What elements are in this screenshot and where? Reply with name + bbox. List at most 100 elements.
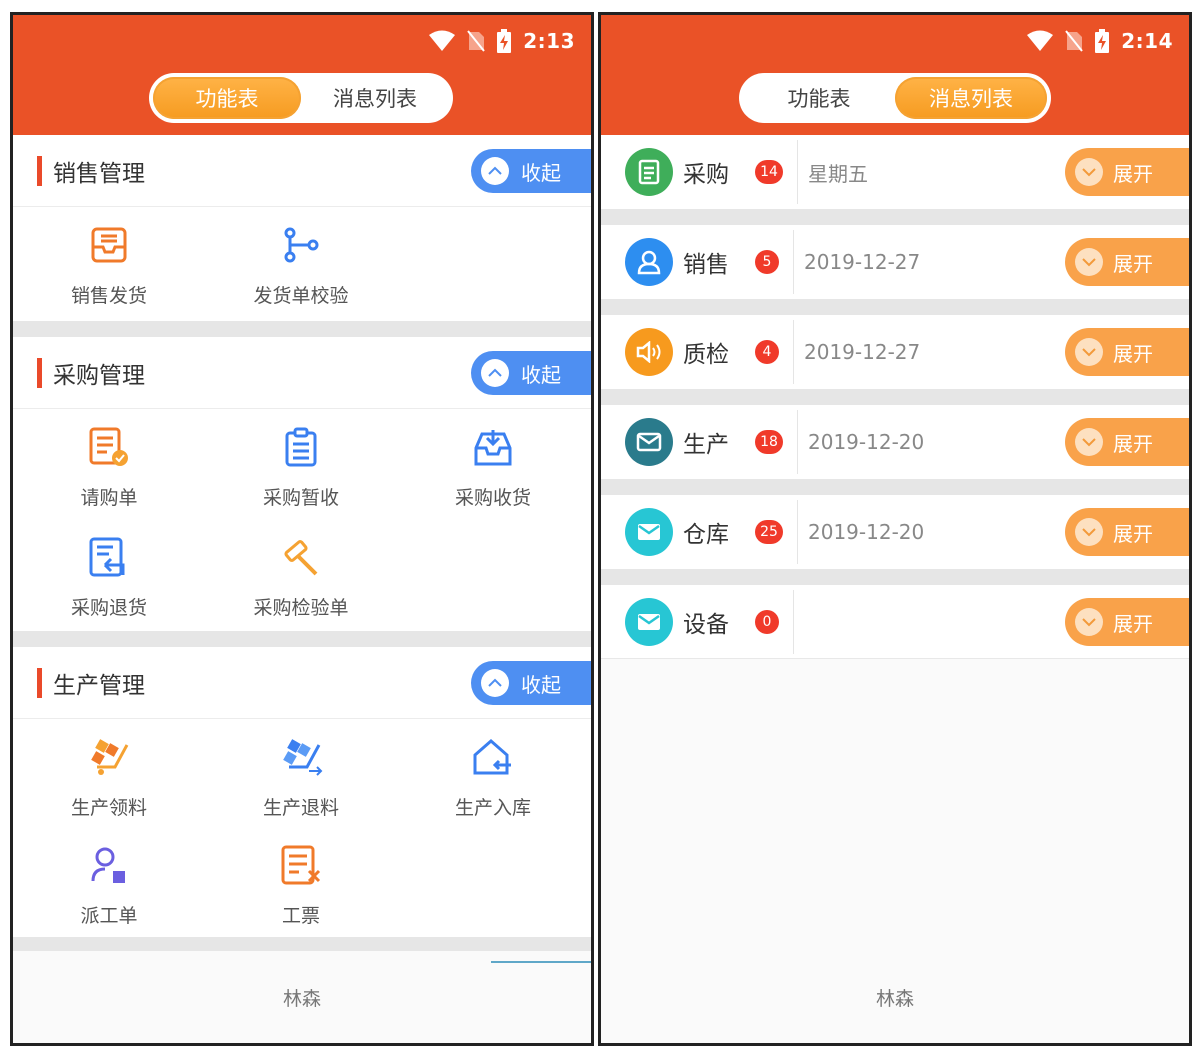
function-grid: 生产领料 生产退料 生产入库 派工单 工票 bbox=[13, 719, 591, 937]
expand-label: 展开 bbox=[1113, 161, 1153, 186]
message-title: 生产 bbox=[683, 432, 729, 458]
message-date: 2019-12-27 bbox=[804, 340, 921, 364]
expand-label: 展开 bbox=[1113, 251, 1153, 276]
tile-purchase-receive[interactable]: 采购收货 bbox=[397, 409, 589, 517]
function-table-screen: 2:13 功能表 消息列表 销售管理 收起 销售发货 发货单校验 采购管理 收起… bbox=[10, 12, 594, 1046]
tile-purchase-temp-receive[interactable]: 采购暂收 bbox=[205, 409, 397, 517]
message-date: 2019-12-27 bbox=[804, 250, 921, 274]
battery-charging-icon bbox=[497, 29, 512, 53]
expand-button[interactable]: 展开 bbox=[1065, 418, 1189, 466]
expand-button[interactable]: 展开 bbox=[1065, 238, 1189, 286]
section-marker bbox=[37, 155, 42, 186]
mail-icon bbox=[625, 508, 673, 556]
footer-accent-line bbox=[491, 961, 591, 963]
tab-function-table[interactable]: 功能表 bbox=[153, 77, 301, 119]
tile-work-ticket[interactable]: 工票 bbox=[205, 827, 397, 935]
tile-label: 生产退料 bbox=[262, 797, 339, 819]
app-bar: 2:13 功能表 消息列表 bbox=[13, 15, 591, 135]
tile-label: 请购单 bbox=[80, 487, 138, 509]
footer: 林森 bbox=[13, 951, 591, 1043]
user-name: 林森 bbox=[282, 987, 321, 1010]
expand-label: 展开 bbox=[1113, 521, 1153, 546]
message-row-warehouse[interactable]: 仓库 25 2019-12-20 展开 bbox=[601, 495, 1189, 569]
section-marker bbox=[37, 667, 42, 698]
message-date: 2019-12-20 bbox=[808, 430, 925, 454]
chevron-down-icon bbox=[1075, 608, 1103, 636]
tile-purchase-inspection[interactable]: 采购检验单 bbox=[205, 519, 397, 627]
chevron-up-icon bbox=[481, 669, 509, 697]
tile-production-return[interactable]: 生产退料 bbox=[205, 719, 397, 827]
tile-production-pick[interactable]: 生产领料 bbox=[13, 719, 205, 827]
section-title: 生产管理 bbox=[53, 672, 145, 699]
function-grid: 请购单 采购暂收 采购收货 采购退货 采购检验单 bbox=[13, 409, 591, 631]
chevron-up-icon bbox=[481, 359, 509, 387]
section-divider bbox=[13, 631, 591, 647]
message-date: 2019-12-20 bbox=[808, 520, 925, 544]
receive-box-icon bbox=[469, 423, 517, 471]
row-divider bbox=[793, 589, 794, 654]
tab-function-table[interactable]: 功能表 bbox=[743, 77, 895, 119]
tab-message-list[interactable]: 消息列表 bbox=[895, 77, 1047, 119]
chevron-down-icon bbox=[1075, 518, 1103, 546]
message-row-production[interactable]: 生产 18 2019-12-20 展开 bbox=[601, 405, 1189, 479]
section-production: 生产管理 收起 生产领料 生产退料 生产入库 派工单 工票 bbox=[13, 647, 591, 937]
worker-icon bbox=[85, 841, 133, 889]
wifi-icon bbox=[429, 30, 456, 51]
expand-button[interactable]: 展开 bbox=[1065, 508, 1189, 556]
person-icon bbox=[625, 238, 673, 286]
collapse-label: 收起 bbox=[521, 362, 561, 387]
tab-message-list[interactable]: 消息列表 bbox=[301, 77, 449, 119]
tile-purchase-request[interactable]: 请购单 bbox=[13, 409, 205, 517]
clipboard-icon bbox=[277, 423, 325, 471]
cart-return-icon bbox=[277, 733, 325, 781]
collapse-label: 收起 bbox=[521, 160, 561, 185]
section-header: 生产管理 收起 bbox=[13, 647, 591, 719]
section-title: 销售管理 bbox=[53, 160, 145, 187]
message-title: 采购 bbox=[683, 162, 729, 188]
tile-production-warehousing[interactable]: 生产入库 bbox=[397, 719, 589, 827]
tile-label: 派工单 bbox=[80, 905, 138, 927]
unread-badge: 4 bbox=[755, 340, 779, 364]
message-title: 质检 bbox=[683, 342, 729, 368]
mail-icon bbox=[625, 597, 673, 646]
collapse-button[interactable]: 收起 bbox=[471, 149, 591, 193]
row-gap bbox=[601, 389, 1189, 405]
tile-label: 采购检验单 bbox=[253, 597, 349, 619]
unread-badge: 18 bbox=[755, 430, 783, 454]
unread-badge: 5 bbox=[755, 250, 779, 274]
no-sim-icon bbox=[1065, 30, 1084, 52]
collapse-label: 收起 bbox=[521, 672, 561, 697]
tile-label: 工票 bbox=[281, 905, 320, 927]
clock: 2:14 bbox=[1121, 29, 1173, 53]
expand-button[interactable]: 展开 bbox=[1065, 148, 1189, 196]
tab-switcher: 功能表 消息列表 bbox=[739, 73, 1051, 123]
expand-label: 展开 bbox=[1113, 611, 1153, 636]
tile-dispatch-order[interactable]: 派工单 bbox=[13, 827, 205, 935]
tile-purchase-return[interactable]: 采购退货 bbox=[13, 519, 205, 627]
tile-label: 采购暂收 bbox=[262, 487, 339, 509]
tile-sales-delivery[interactable]: 销售发货 bbox=[13, 207, 205, 315]
message-row-equipment[interactable]: 设备 0 展开 bbox=[601, 585, 1189, 659]
unread-badge: 0 bbox=[755, 609, 779, 634]
row-divider bbox=[797, 500, 798, 564]
collapse-button[interactable]: 收起 bbox=[471, 661, 591, 705]
expand-button[interactable]: 展开 bbox=[1065, 598, 1189, 646]
function-grid: 销售发货 发货单校验 bbox=[13, 207, 591, 321]
unread-badge: 14 bbox=[755, 160, 783, 184]
message-row-purchase[interactable]: 采购 14 星期五 展开 bbox=[601, 135, 1189, 209]
section-divider bbox=[13, 321, 591, 337]
unread-badge: 25 bbox=[755, 520, 783, 544]
message-row-sales[interactable]: 销售 5 2019-12-27 展开 bbox=[601, 225, 1189, 299]
no-sim-icon bbox=[467, 30, 486, 52]
branch-flow-icon bbox=[277, 221, 325, 269]
mail-icon bbox=[625, 418, 673, 466]
expand-button[interactable]: 展开 bbox=[1065, 328, 1189, 376]
row-gap bbox=[601, 569, 1189, 585]
tile-delivery-verify[interactable]: 发货单校验 bbox=[205, 207, 397, 315]
tile-label: 生产领料 bbox=[70, 797, 147, 819]
message-row-quality[interactable]: 质检 4 2019-12-27 展开 bbox=[601, 315, 1189, 389]
house-in-icon bbox=[469, 733, 517, 781]
row-divider bbox=[793, 230, 794, 294]
return-doc-icon bbox=[85, 533, 133, 581]
collapse-button[interactable]: 收起 bbox=[471, 351, 591, 395]
